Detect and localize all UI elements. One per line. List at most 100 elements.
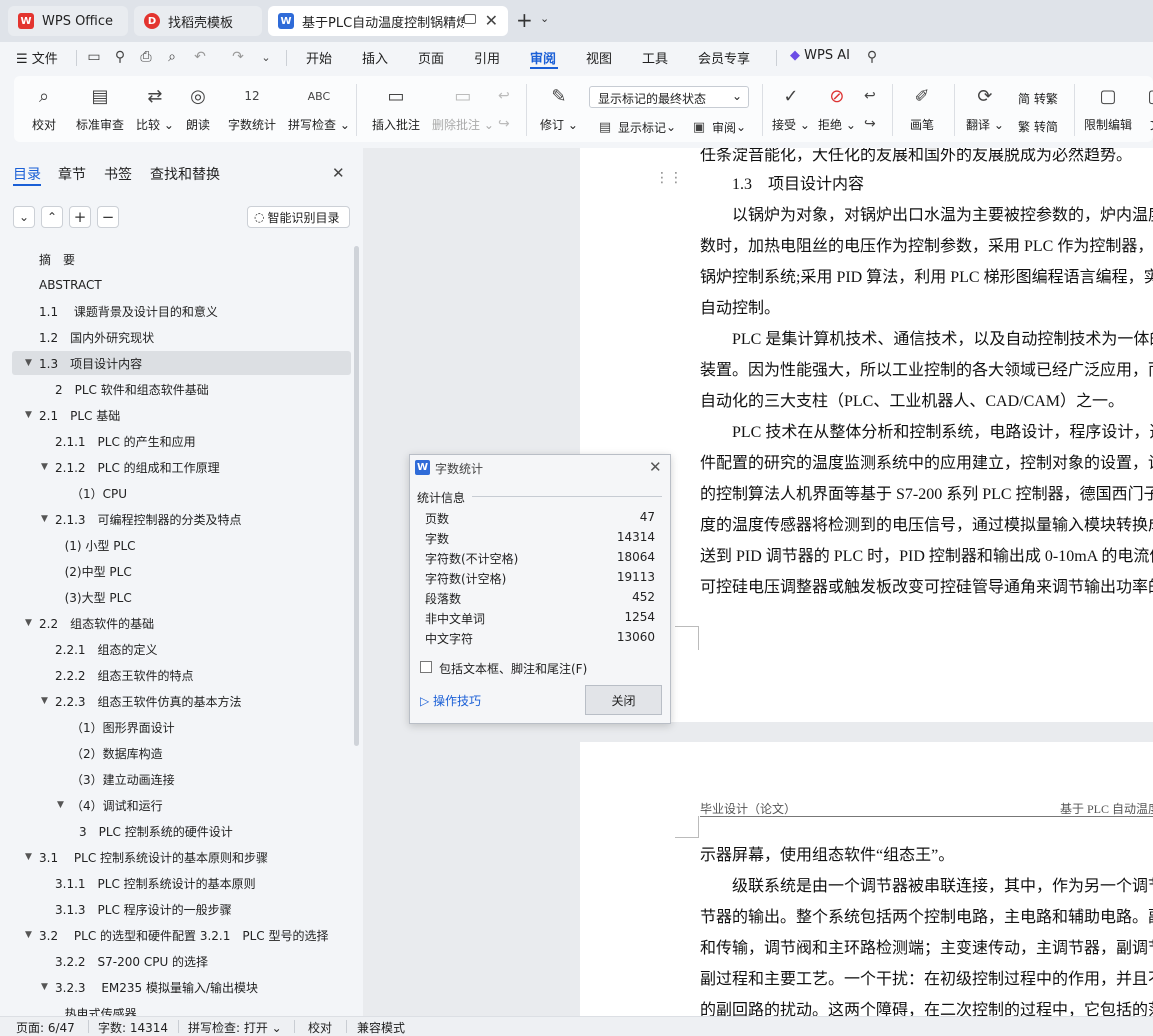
expand-arrow-icon[interactable]: ▼	[25, 410, 32, 420]
expand-arrow-icon[interactable]: ▼	[41, 696, 48, 706]
read-aloud-button[interactable]: ◎ 朗读	[186, 84, 210, 133]
proof-status[interactable]: 校对	[308, 1019, 332, 1036]
to-traditional-button[interactable]: 简 转繁	[1018, 90, 1058, 107]
file-menu[interactable]: ☰ 文件	[16, 48, 58, 67]
insert-comment-button[interactable]: ▭ 插入批注	[372, 84, 420, 133]
toc-item[interactable]: ▼ 2.2 组态软件的基础	[0, 611, 352, 635]
menu-tools[interactable]: 工具	[642, 48, 668, 67]
toc-item[interactable]: (3)大型 PLC	[0, 585, 352, 609]
word-count-status[interactable]: 字数: 14314	[98, 1019, 168, 1036]
standard-review-button[interactable]: ▤ 标准审查	[76, 84, 124, 133]
add-heading-icon[interactable]: +	[69, 206, 91, 228]
menu-page[interactable]: 页面	[418, 48, 444, 67]
search-icon[interactable]: ⚲	[862, 47, 882, 67]
wps-ai-button[interactable]: ◆ WPS AI	[790, 48, 850, 63]
menu-reference[interactable]: 引用	[474, 48, 500, 67]
prev-comment-icon[interactable]: ↩	[498, 88, 510, 104]
show-markup-button[interactable]: ▤ 显示标记 ⌄	[596, 118, 676, 136]
toc-item[interactable]: ▼ 1.3 项目设计内容	[12, 351, 351, 375]
toc-item[interactable]: ABSTRACT	[0, 273, 352, 297]
menu-insert[interactable]: 插入	[362, 48, 388, 67]
share-icon[interactable]: ⚲	[110, 47, 130, 67]
toc-item[interactable]: （1）CPU	[0, 481, 352, 505]
print-icon[interactable]: ⎙	[136, 47, 156, 67]
expand-arrow-icon[interactable]: ▼	[25, 358, 32, 368]
tab-wps-office[interactable]: W WPS Office	[8, 6, 128, 36]
save-icon[interactable]: ▭	[84, 47, 104, 67]
revise-button[interactable]: ✎ 修订 ⌄	[540, 84, 578, 133]
menu-member[interactable]: 会员专享	[698, 48, 750, 67]
prev-change-icon[interactable]: ↩	[864, 88, 876, 104]
toc-item[interactable]: （2）数据库构造	[0, 741, 352, 765]
tips-link[interactable]: ▷ 操作技巧	[420, 692, 481, 709]
close-dialog-icon[interactable]: ✕	[649, 458, 662, 476]
delete-comment-button[interactable]: ▭ 删除批注 ⌄	[432, 84, 494, 133]
toc-item[interactable]: ▼ 2.1.2 PLC 的组成和工作原理	[0, 455, 352, 479]
menu-start[interactable]: 开始	[306, 48, 332, 67]
expand-arrow-icon[interactable]: ▼	[41, 462, 48, 472]
redo-icon[interactable]: ↷	[228, 47, 248, 67]
reject-button[interactable]: ⊘ 拒绝 ⌄	[818, 84, 856, 133]
toc-item[interactable]: ▼ 2.1 PLC 基础	[0, 403, 352, 427]
toc-item[interactable]: ▼ 2.1.3 可编程控制器的分类及特点	[0, 507, 352, 531]
close-tab-icon[interactable]: ✕	[485, 11, 498, 30]
menu-view[interactable]: 视图	[586, 48, 612, 67]
next-comment-icon[interactable]: ↪	[498, 116, 510, 132]
include-textbox-checkbox[interactable]	[420, 661, 432, 673]
remove-heading-icon[interactable]: −	[97, 206, 119, 228]
toc-item[interactable]: ▼ （4）调试和运行	[0, 793, 352, 817]
toc-item[interactable]: 2.2.1 组态的定义	[0, 637, 352, 661]
collapse-icon[interactable]: ⌄	[13, 206, 35, 228]
page-indicator[interactable]: 页面: 6/47	[16, 1019, 75, 1036]
tab-document[interactable]: W 基于PLC自动温度控制锅精炼炉 ✕	[268, 6, 508, 36]
expand-arrow-icon[interactable]: ▼	[25, 852, 32, 862]
translate-button[interactable]: ⟳ 翻译 ⌄	[966, 84, 1004, 133]
toc-item[interactable]: (2)中型 PLC	[0, 559, 352, 583]
word-count-button[interactable]: 12 字数统计	[228, 84, 276, 133]
toc-item[interactable]: 2.2.2 组态王软件的特点	[0, 663, 352, 687]
expand-arrow-icon[interactable]: ▼	[41, 982, 48, 992]
toc-item[interactable]: 3.1.3 PLC 程序设计的一般步骤	[0, 897, 352, 921]
more-ribbon-button[interactable]: ▢文	[1144, 84, 1153, 133]
toc-item[interactable]: 2.1.1 PLC 的产生和应用	[0, 429, 352, 453]
expand-arrow-icon[interactable]: ▼	[57, 800, 64, 810]
expand-arrow-icon[interactable]: ▼	[25, 930, 32, 940]
tab-template[interactable]: D 找稻壳模板	[134, 6, 262, 36]
toc-item[interactable]: ▼ 3.2.3 EM235 模拟量输入/输出模块	[0, 975, 352, 999]
dialog-titlebar[interactable]: W 字数统计 ✕	[410, 455, 670, 481]
new-tab-icon[interactable]: +	[516, 8, 533, 32]
close-pane-icon[interactable]: ✕	[332, 164, 345, 182]
expand-arrow-icon[interactable]: ▼	[25, 618, 32, 628]
accept-button[interactable]: ✓ 接受 ⌄	[772, 84, 810, 133]
tab-bookmark[interactable]: 书签	[104, 164, 132, 184]
proof-button[interactable]: ⌕ 校对	[32, 84, 56, 133]
to-simplified-button[interactable]: 繁 转简	[1018, 118, 1058, 135]
monitor-icon[interactable]	[464, 14, 476, 24]
spell-check-status[interactable]: 拼写检查: 打开 ⌄	[188, 1019, 282, 1036]
toc-item[interactable]: （1）图形界面设计	[0, 715, 352, 739]
toc-item[interactable]: 摘 要	[0, 247, 352, 271]
restrict-edit-button[interactable]: ▢ 限制编辑	[1084, 84, 1132, 133]
toc-item[interactable]: 热电式传感器	[0, 1001, 352, 1017]
toc-item[interactable]: 2 PLC 软件和组态软件基础	[0, 377, 352, 401]
drag-handle-icon[interactable]: ⋮⋮	[655, 170, 683, 186]
review-pane-button[interactable]: ▣ 审阅 ⌄	[690, 118, 746, 136]
compare-button[interactable]: ⇄ 比较 ⌄	[136, 84, 174, 133]
spell-check-button[interactable]: ABC 拼写检查 ⌄	[288, 84, 350, 133]
toc-item[interactable]: ▼ 3.2 PLC 的选型和硬件配置 3.2.1 PLC 型号的选择	[0, 923, 352, 947]
menu-review[interactable]: 审阅	[530, 48, 556, 67]
toc-item[interactable]: ▼ 2.2.3 组态王软件仿真的基本方法	[0, 689, 352, 713]
print-preview-icon[interactable]: ⌕	[162, 47, 182, 67]
toc-item[interactable]: 3.2.2 S7-200 CPU 的选择	[0, 949, 352, 973]
tab-list-chevron-icon[interactable]: ⌄	[540, 12, 549, 25]
tab-find-replace[interactable]: 查找和替换	[150, 164, 220, 184]
tab-toc[interactable]: 目录	[13, 164, 41, 184]
toc-item[interactable]: (1) 小型 PLC	[0, 533, 352, 557]
undo-icon[interactable]: ↶	[190, 47, 210, 67]
smart-toc-button[interactable]: ◌ 智能识别目录	[247, 206, 350, 228]
expand-icon[interactable]: ⌃	[41, 206, 63, 228]
markup-state-select[interactable]: 显示标记的最终状态 ⌄	[589, 86, 749, 108]
toc-item[interactable]: 3.1.1 PLC 控制系统设计的基本原则	[0, 871, 352, 895]
toc-item[interactable]: 3 PLC 控制系统的硬件设计	[0, 819, 352, 843]
ink-button[interactable]: ✐ 画笔	[910, 84, 934, 133]
